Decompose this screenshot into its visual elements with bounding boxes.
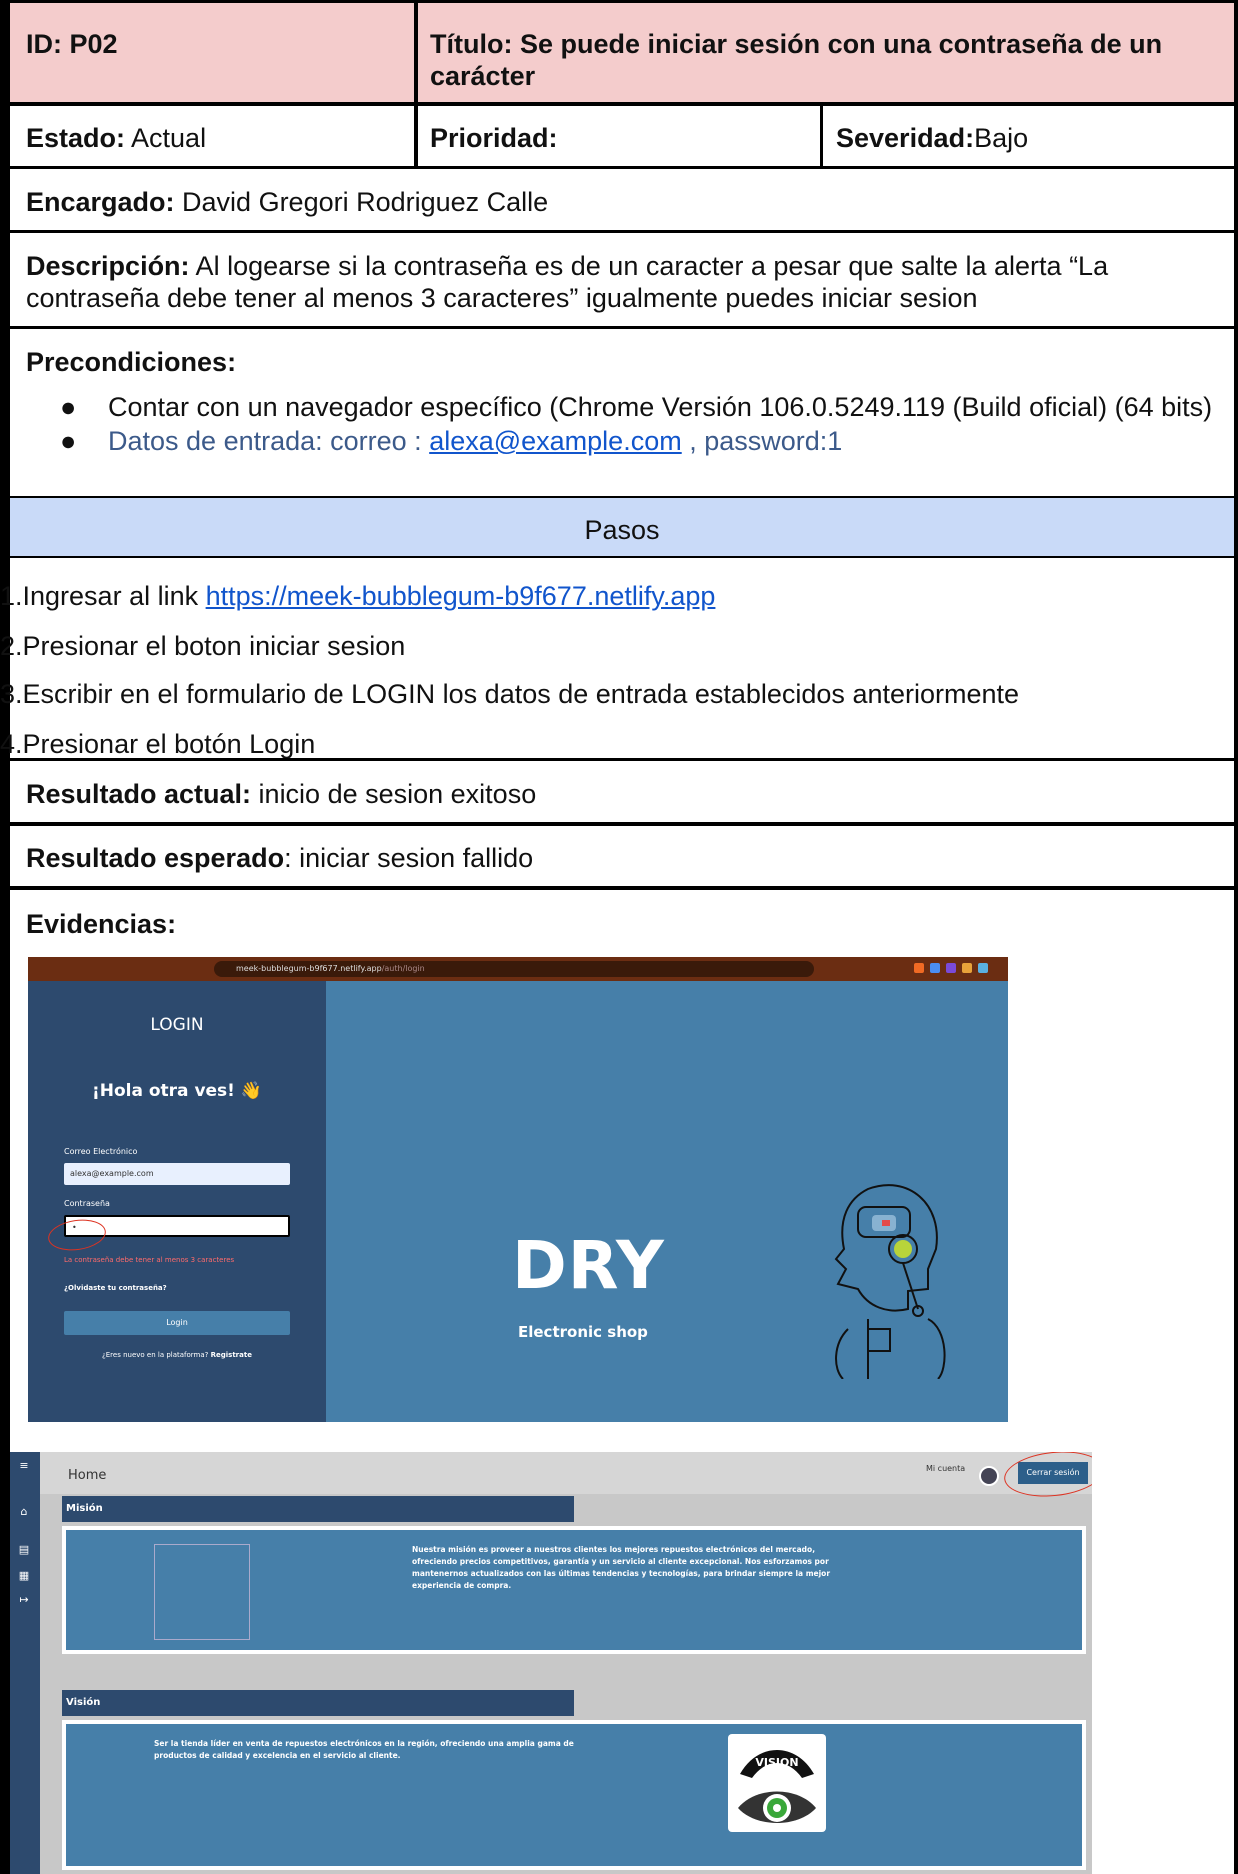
estado-label: Estado: xyxy=(26,123,126,153)
resultado-esperado-value: : iniciar sesion fallido xyxy=(284,843,534,873)
step-1: 1.Ingresar al link https://meek-bubblegu… xyxy=(0,580,1220,612)
resultado-actual: Resultado actual: inicio de sesion exito… xyxy=(26,778,1226,810)
encargado-field: Encargado: David Gregori Rodriguez Calle xyxy=(26,186,1226,218)
extension-icon xyxy=(962,963,972,973)
precondiciones-label: Precondiciones: xyxy=(26,347,237,377)
bug-title: Título: Se puede iniciar sesión con una … xyxy=(430,29,1163,91)
mision-panel: Nuestra misión es proveer a nuestros cli… xyxy=(66,1530,1082,1650)
rule xyxy=(10,102,1234,106)
list-item: ● Datos de entrada: correo : alexa@exampl… xyxy=(60,426,843,456)
resultado-esperado: Resultado esperado: iniciar sesion falli… xyxy=(26,842,1226,874)
severidad-label: Severidad: xyxy=(836,123,975,153)
login-panel: LOGIN ¡Hola otra ves! 👋 Correo Electróni… xyxy=(28,981,326,1422)
estado-field: Estado: Actual xyxy=(26,122,406,154)
prioridad-field: Prioridad: xyxy=(430,122,810,154)
entrada-suffix: , password:1 xyxy=(681,426,843,456)
severidad-value: Bajo xyxy=(974,123,1029,153)
prioridad-label: Prioridad: xyxy=(430,123,558,153)
estado-value: Actual xyxy=(125,123,207,153)
severidad-field: Severidad:Bajo xyxy=(836,122,1226,154)
step-2: 2.Presionar el boton iniciar sesion xyxy=(0,631,406,661)
register-prompt: ¿Eres nuevo en la plataforma? Registrate xyxy=(28,1351,326,1359)
password-label: Contraseña xyxy=(64,1199,110,1208)
menu-icon[interactable]: ≡ xyxy=(16,1458,32,1474)
precondiciones-list: ● Contar con un navegador específico (Chr… xyxy=(60,392,1220,460)
precondicion-text: Contar con un navegador específico (Chro… xyxy=(108,392,1213,422)
email-input[interactable]: alexa@example.com xyxy=(64,1163,290,1185)
resultado-esperado-label: Resultado esperado xyxy=(26,843,285,873)
rule xyxy=(10,758,1234,761)
rule xyxy=(10,886,1234,890)
vision-logo: VISION xyxy=(728,1734,826,1832)
avatar[interactable] xyxy=(979,1466,999,1486)
list-icon[interactable]: ▦ xyxy=(16,1568,32,1584)
encargado-value: David Gregori Rodriguez Calle xyxy=(174,187,549,217)
step-4: 4.Presionar el botón Login xyxy=(0,729,316,759)
vision-panel: Ser la tienda líder en venta de repuesto… xyxy=(66,1724,1082,1866)
vision-text: Ser la tienda líder en venta de repuesto… xyxy=(154,1739,574,1760)
orders-icon[interactable]: ▤ xyxy=(16,1542,32,1558)
url-host: meek-bubblegum-b9f677.netlify.app xyxy=(236,964,382,973)
forgot-password-link[interactable]: ¿Olvidaste tu contraseña? xyxy=(64,1284,167,1292)
rule xyxy=(10,496,1234,498)
password-error: La contraseña debe tener al menos 3 cara… xyxy=(64,1256,235,1264)
rule xyxy=(10,230,1234,233)
account-link[interactable]: Mi cuenta xyxy=(926,1464,965,1473)
pasos-label: Pasos xyxy=(584,515,660,545)
extension-icon xyxy=(946,963,956,973)
login-greeting: ¡Hola otra ves! 👋 xyxy=(91,1081,263,1101)
bug-id: ID: P02 xyxy=(26,29,118,59)
mision-section: Nuestra misión es proveer a nuestros cli… xyxy=(62,1526,1086,1654)
rule xyxy=(820,104,823,168)
register-link[interactable]: Registrate xyxy=(211,1351,252,1359)
vision-section: Ser la tienda líder en venta de repuesto… xyxy=(62,1720,1086,1870)
step-3: 3.Escribir en el formulario de LOGIN los… xyxy=(0,679,1020,709)
rule xyxy=(10,0,1234,3)
email-link[interactable]: alexa@example.com xyxy=(429,426,682,456)
browser-bar: meek-bubblegum-b9f677.netlify.app/auth/l… xyxy=(28,957,1008,981)
extension-icon xyxy=(930,963,940,973)
resultado-actual-value: inicio de sesion exitoso xyxy=(251,779,537,809)
home-screenshot: ≡ ⌂ ▤ ▦ ↦ Home Mi cuenta Cerrar sesión M… xyxy=(10,1452,1092,1874)
encargado-label: Encargado: xyxy=(26,187,175,217)
eye-icon: VISION xyxy=(738,1750,816,1823)
list-item: ● Contar con un navegador específico (Chr… xyxy=(60,392,1213,422)
vision-logo-text: VISION xyxy=(755,1756,798,1769)
descripcion-field: Descripción: Al logearse si la contraseñ… xyxy=(26,250,1226,314)
url-path: /auth/login xyxy=(381,964,425,973)
brand-tagline: Electronic shop xyxy=(518,1323,648,1341)
shield-icon xyxy=(914,963,924,973)
register-prefix: ¿Eres nuevo en la plataforma? xyxy=(102,1351,211,1359)
email-label: Correo Electrónico xyxy=(64,1147,138,1156)
login-title: LOGIN xyxy=(150,1015,204,1035)
mision-text: Nuestra misión es proveer a nuestros cli… xyxy=(412,1545,831,1590)
rule xyxy=(10,556,1234,558)
top-bar xyxy=(40,1452,1092,1494)
logout-icon[interactable]: ↦ xyxy=(16,1592,32,1608)
login-screenshot: meek-bubblegum-b9f677.netlify.app/auth/l… xyxy=(28,957,1008,1422)
descripcion-label: Descripción: xyxy=(26,251,190,281)
login-button[interactable]: Login xyxy=(64,1311,290,1335)
extension-icon xyxy=(978,963,988,973)
rule xyxy=(414,0,418,168)
entrada-prefix: Datos de entrada: correo : xyxy=(108,426,430,456)
vision-header: Visión xyxy=(62,1690,574,1716)
rule xyxy=(10,326,1234,329)
rule xyxy=(10,166,1234,169)
mision-header: Misión xyxy=(62,1496,574,1522)
brand-logo: DRY xyxy=(512,1227,665,1304)
home-icon[interactable]: ⌂ xyxy=(16,1504,32,1520)
address-bar: meek-bubblegum-b9f677.netlify.app/auth/l… xyxy=(214,961,814,977)
page-title: Home xyxy=(68,1468,107,1483)
sidebar: ≡ ⌂ ▤ ▦ ↦ xyxy=(10,1452,40,1874)
mision-image-placeholder xyxy=(154,1544,250,1640)
rule xyxy=(10,822,1234,826)
step-1-text: 1.Ingresar al link xyxy=(0,581,206,611)
app-link[interactable]: https://meek-bubblegum-b9f677.netlify.ap… xyxy=(206,581,716,611)
resultado-actual-label: Resultado actual: xyxy=(26,779,252,809)
robot-illustration xyxy=(834,1184,946,1379)
evidencias-label: Evidencias: xyxy=(26,909,177,939)
